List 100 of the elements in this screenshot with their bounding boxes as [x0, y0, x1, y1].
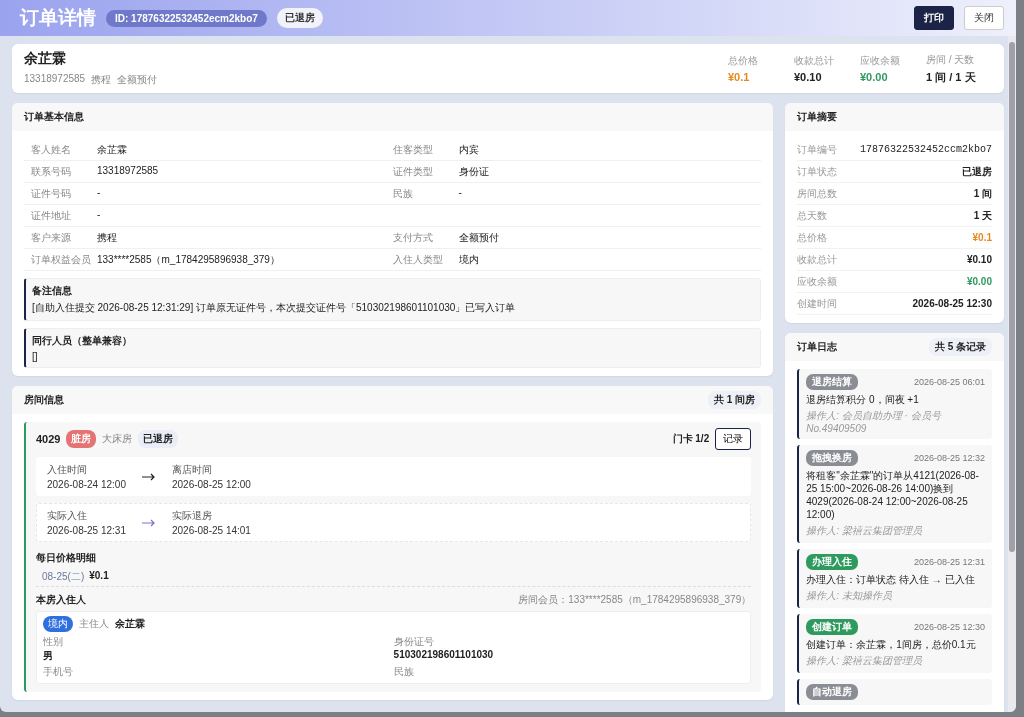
summary-label: 总价格: [797, 230, 828, 245]
scrollbar-thumb[interactable]: [1009, 42, 1015, 552]
summary-value: ¥0.00: [966, 276, 992, 287]
time-label: 实际退房: [171, 509, 213, 523]
field-value: 13318972585: [97, 164, 159, 178]
status-badge: 已退房: [276, 8, 323, 28]
print-button[interactable]: 打印: [914, 6, 954, 30]
room-number: 4029: [36, 433, 61, 445]
log-time: 2026-08-25 12:30: [913, 622, 985, 632]
stat-value: 1 间 / 1 天: [926, 69, 977, 85]
log-tag: 办理入住: [806, 554, 859, 570]
field-value: -: [97, 186, 101, 200]
summary-value: ¥0.10: [966, 254, 992, 265]
region-tag: 境内: [43, 616, 73, 632]
summary-value: 已退房: [962, 164, 992, 179]
modal-title: 订单详情: [20, 6, 96, 30]
field-label: 证件地址: [31, 208, 72, 223]
stat-value: ¥0.10: [794, 71, 823, 83]
card-title: 订单摘要: [797, 110, 838, 124]
summary-label: 应收余额: [797, 274, 838, 289]
note-text: []: [32, 351, 39, 362]
field-label: 住客类型: [392, 142, 434, 157]
summary-value: 2026-08-25 12:30: [912, 298, 992, 309]
field-value: 携程: [97, 230, 117, 245]
field-label: 支付方式: [392, 230, 434, 245]
log-text: 退房结算积分 0，间夜 +1: [806, 393, 920, 406]
stat-label: 收款总计: [794, 54, 835, 68]
log-time: 2026-08-25 06:01: [913, 377, 985, 387]
summary-value: 1 间: [973, 186, 992, 201]
summary-value: ¥0.1: [972, 232, 992, 243]
field-label: 入住人类型: [392, 252, 444, 267]
field-label: 民族: [393, 665, 415, 679]
field-value: 身份证: [458, 164, 489, 179]
time-value: 2026-08-25 14:01: [171, 525, 251, 536]
field-value: 境内: [458, 252, 479, 267]
dirty-tag: 脏房: [66, 430, 97, 448]
stat-value: ¥0.1: [728, 71, 751, 83]
guest-meta: 13318972585: [24, 73, 86, 86]
log-operator: 操作人: 会员自助办理 · 会员号No.49409509: [806, 409, 943, 434]
log-tag: 自动退房: [806, 684, 859, 700]
field-label: 客户来源: [31, 230, 72, 245]
log-operator: 操作人: 未知操作员: [806, 589, 893, 603]
summary-label: 订单编号: [797, 142, 838, 157]
price-date: 08-25(二): [42, 570, 85, 584]
close-button[interactable]: 关闭: [964, 6, 1004, 30]
field-value: 133****2585（m_1784295896938_379）: [97, 252, 280, 267]
field-label: 证件号码: [31, 186, 72, 201]
field-label: 手机号: [43, 665, 74, 679]
field-value: 内宾: [458, 142, 479, 157]
card-title: 房间信息: [24, 393, 64, 407]
arrow-icon: [141, 472, 156, 481]
card-title: 订单基本信息: [24, 110, 84, 124]
field-value: 全额预付: [458, 230, 499, 245]
summary-label: 收款总计: [797, 252, 838, 267]
stat-value: ¥0.00: [860, 71, 889, 83]
summary-value: 1 天: [973, 208, 992, 223]
log-tag: 创建订单: [806, 619, 859, 635]
time-label: 实际入住: [47, 509, 88, 523]
order-id-badge: ID: 17876322532452ecm2kbo7: [106, 9, 267, 27]
log-text: 将租客"余芷霖"的订单从4121(2026-08-25 15:00~2026-08-26 14:00)换到4029(2026-08-24 12:00~2026-08-25 12:00): [806, 469, 980, 521]
stat-label: 总价格: [728, 54, 759, 68]
summary-value: 17876322532452ccm2kbo7: [859, 144, 992, 155]
occupant-role: 主住人: [79, 617, 109, 631]
guest-meta: 全额预付: [117, 73, 158, 87]
section-title: 每日价格明细: [36, 551, 97, 565]
field-label: 客人姓名: [31, 142, 72, 157]
log-operator: 操作人: 梁禧云集团管理员: [806, 654, 923, 668]
field-value: 男: [43, 649, 54, 663]
room-count-badge: 共 1 间房: [708, 391, 762, 409]
field-label: 性别: [43, 635, 64, 649]
log-text: 创建订单：余芷霖，1间房，总价0.1元: [806, 638, 977, 651]
section-title: 本房入住人: [36, 593, 86, 607]
summary-label: 房间总数: [797, 186, 838, 201]
note-title: 同行人员（整单兼容）: [32, 334, 133, 348]
field-value: -: [97, 208, 101, 222]
log-count-badge: 共 5 条记录: [928, 338, 992, 356]
time-value: 2026-08-25 12:00: [171, 479, 251, 490]
field-label: 身份证号: [393, 635, 435, 649]
log-text: 办理入住：订单状态 待入住 → 已入住: [806, 573, 976, 586]
note-title: 备注信息: [32, 284, 73, 298]
summary-label: 订单状态: [797, 164, 838, 179]
record-button[interactable]: 记录: [715, 428, 752, 450]
door-card-count: 门卡 1/2: [672, 432, 710, 446]
log-time: 2026-08-25 12:32: [913, 453, 985, 463]
field-value: 510302198601101030: [393, 649, 495, 660]
guest-name: 余芷霖: [24, 50, 67, 68]
room-type: 大床房: [102, 432, 133, 446]
price-value: ¥0.1: [89, 570, 109, 583]
summary-label: 创建时间: [797, 296, 838, 311]
time-label: 入住时间: [47, 463, 88, 477]
log-tag: 拖拽换房: [806, 450, 859, 466]
stat-label: 房间 / 天数: [926, 52, 976, 67]
field-label: 联系号码: [31, 164, 72, 179]
summary-label: 总天数: [797, 208, 828, 223]
stat-label: 应收余额: [860, 54, 901, 68]
field-label: 证件类型: [392, 164, 434, 179]
time-value: 2026-08-24 12:00: [47, 479, 126, 490]
time-value: 2026-08-25 12:31: [47, 525, 126, 536]
card-title: 订单日志: [797, 340, 838, 354]
field-label: 民族: [392, 186, 414, 201]
